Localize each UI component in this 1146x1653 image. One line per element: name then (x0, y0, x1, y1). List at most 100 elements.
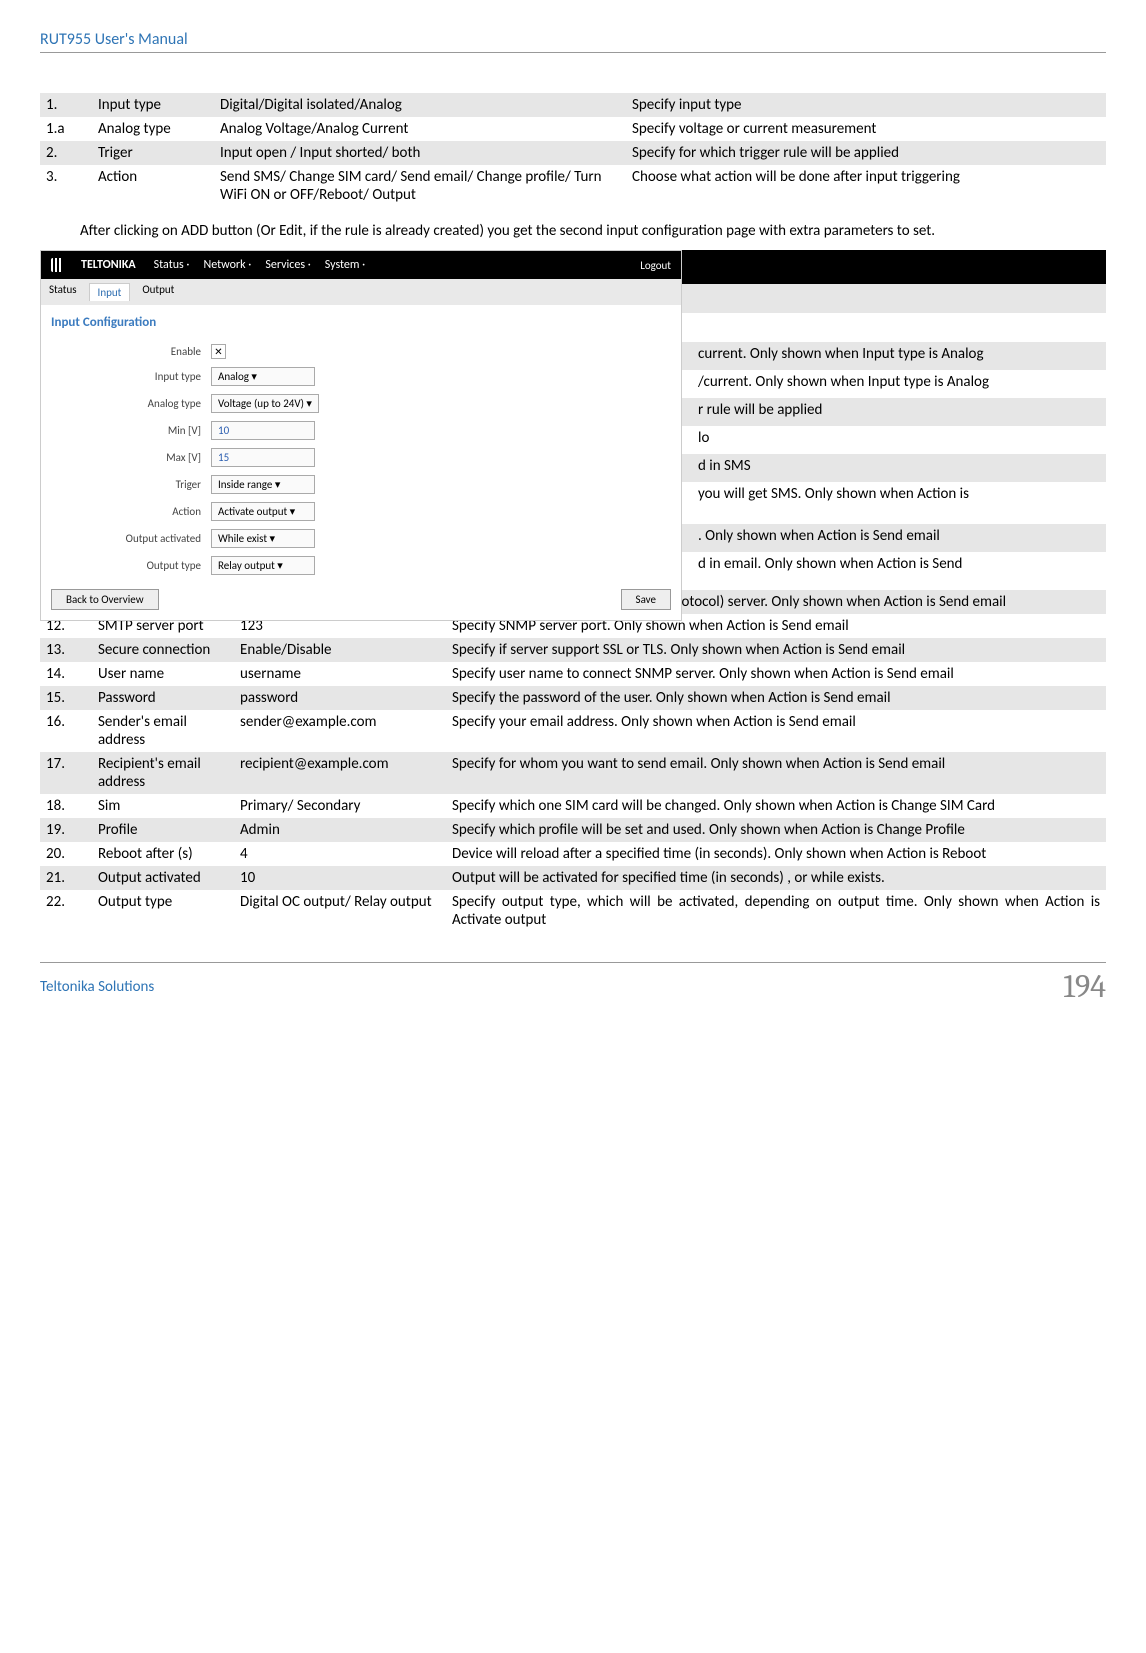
row-expl: Specify user name to connect SNMP server… (446, 662, 1106, 686)
table-row: 19. Profile Admin Specify which profile … (40, 818, 1106, 842)
nav-item[interactable]: System · (325, 258, 365, 272)
screenshot-over-table-area: current. Only shown when Input type is A… (40, 250, 1106, 590)
row-expl-partial: lo (692, 426, 1106, 454)
table-row: 2. Triger Input open / Input shorted/ bo… (40, 141, 1106, 165)
form-label: Triger (51, 478, 211, 491)
row-num: 3. (40, 165, 92, 207)
select-field[interactable]: Inside range ▾ (211, 475, 315, 494)
row-field: Reboot after (s) (92, 842, 234, 866)
form-label: Input type (51, 370, 211, 383)
row-field: Triger (92, 141, 214, 165)
row-sample: password (234, 686, 446, 710)
row-num: 1. (40, 93, 92, 117)
row-expl: Specify for whom you want to send email.… (446, 752, 1106, 794)
form-row: Analog typeVoltage (up to 24V) ▾ (41, 390, 681, 417)
form-row: Max [V]15 (41, 444, 681, 471)
row-expl: Specify for which trigger rule will be a… (626, 141, 1106, 165)
select-field[interactable]: Voltage (up to 24V) ▾ (211, 394, 319, 413)
row-expl: Specify the password of the user. Only s… (446, 686, 1106, 710)
row-expl: Output will be activated for specified t… (446, 866, 1106, 890)
row-expl: Choose what action will be done after in… (626, 165, 1106, 207)
page-header: RUT955 User's Manual (40, 30, 1106, 53)
table-2: 11. SMTP server mail.example.com Specify… (40, 590, 1106, 932)
row-field: Secure connection (92, 638, 234, 662)
table-row: 1.a Analog type Analog Voltage/Analog Cu… (40, 117, 1106, 141)
form-label: Output type (51, 559, 211, 572)
row-sample: Digital/Digital isolated/Analog (214, 93, 626, 117)
table-row: 13. Secure connection Enable/Disable Spe… (40, 638, 1106, 662)
table-row: 16. Sender's email address sender@exampl… (40, 710, 1106, 752)
row-sample: username (234, 662, 446, 686)
row-num: 15. (40, 686, 92, 710)
table-row: 21. Output activated 10 Output will be a… (40, 866, 1106, 890)
top-bar: TELTONIKA Status ·Network ·Services ·Sys… (41, 251, 681, 279)
row-sample: Primary/ Secondary (234, 794, 446, 818)
section-title: Input Configuration (41, 305, 681, 340)
table-row: 1. Input type Digital/Digital isolated/A… (40, 93, 1106, 117)
row-sample: Enable/Disable (234, 638, 446, 662)
row-num: 2. (40, 141, 92, 165)
form-label: Analog type (51, 397, 211, 410)
intro-paragraph: After clicking on ADD button (Or Edit, i… (40, 222, 1106, 240)
select-field[interactable]: While exist ▾ (211, 529, 315, 548)
form-label: Min [V] (51, 424, 211, 437)
row-num: 14. (40, 662, 92, 686)
form-label: Enable (51, 345, 211, 358)
save-button[interactable]: Save (621, 589, 671, 610)
row-field: Sim (92, 794, 234, 818)
page-footer: Teltonika Solutions 194 (40, 962, 1106, 1005)
row-field: Output type (92, 890, 234, 932)
row-num: 17. (40, 752, 92, 794)
row-expl-partial: you will get SMS. Only shown when Action… (692, 482, 1106, 524)
form-row: Enable✕ (41, 340, 681, 363)
sub-tab[interactable]: Output (142, 283, 174, 301)
nav-item[interactable]: Network · (203, 258, 251, 272)
row-field: User name (92, 662, 234, 686)
table-row: 15. Password password Specify the passwo… (40, 686, 1106, 710)
form-row: ActionActivate output ▾ (41, 498, 681, 525)
select-field[interactable]: Activate output ▾ (211, 502, 315, 521)
text-field[interactable]: 10 (211, 421, 315, 440)
table-row: 18. Sim Primary/ Secondary Specify which… (40, 794, 1106, 818)
select-field[interactable]: Relay output ▾ (211, 556, 315, 575)
form-row: TrigerInside range ▾ (41, 471, 681, 498)
select-field[interactable]: Analog ▾ (211, 367, 315, 386)
row-num: 1.a (40, 117, 92, 141)
sub-tab[interactable]: Status (49, 283, 77, 301)
back-button[interactable]: Back to Overview (51, 589, 159, 610)
row-expl-partial: r rule will be applied (692, 398, 1106, 426)
logout-link[interactable]: Logout (640, 259, 671, 272)
row-sample: recipient@example.com (234, 752, 446, 794)
row-sample: Send SMS/ Change SIM card/ Send email/ C… (214, 165, 626, 207)
checkbox[interactable]: ✕ (211, 344, 226, 359)
form-area: Enable✕Input typeAnalog ▾Analog typeVolt… (41, 340, 681, 579)
sub-tabs: Status Input Output (41, 279, 681, 305)
nav-item[interactable]: Services · (265, 258, 310, 272)
table-row: 20. Reboot after (s) 4 Device will reloa… (40, 842, 1106, 866)
form-row: Input typeAnalog ▾ (41, 363, 681, 390)
row-num: 21. (40, 866, 92, 890)
nav-item[interactable]: Status · (154, 258, 190, 272)
table-1: 1. Input type Digital/Digital isolated/A… (40, 93, 1106, 207)
row-field: Recipient's email address (92, 752, 234, 794)
row-sample: Digital OC output/ Relay output (234, 890, 446, 932)
row-sample: 10 (234, 866, 446, 890)
row-expl-partial: d in SMS (692, 454, 1106, 482)
form-label: Max [V] (51, 451, 211, 464)
row-expl-partial: . Only shown when Action is Send email (692, 524, 1106, 552)
row-field: Profile (92, 818, 234, 842)
form-label: Output activated (51, 532, 211, 545)
row-num: 16. (40, 710, 92, 752)
form-row: Output activatedWhile exist ▾ (41, 525, 681, 552)
row-expl-partial: d in email. Only shown when Action is Se… (692, 552, 1106, 594)
row-sample: 4 (234, 842, 446, 866)
row-num: 22. (40, 890, 92, 932)
row-field: Output activated (92, 866, 234, 890)
screenshot-footer: Back to Overview Save (41, 579, 681, 620)
sub-tab[interactable]: Input (89, 283, 131, 301)
row-sample: Analog Voltage/Analog Current (214, 117, 626, 141)
row-num: 13. (40, 638, 92, 662)
text-field[interactable]: 15 (211, 448, 315, 467)
form-label: Action (51, 505, 211, 518)
row-field: Action (92, 165, 214, 207)
